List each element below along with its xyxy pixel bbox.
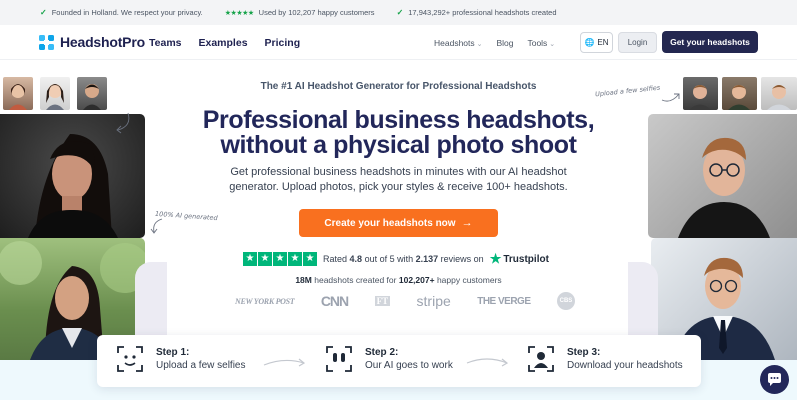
chat-icon bbox=[768, 372, 781, 386]
star-icon: ★ bbox=[258, 252, 272, 266]
hero-eyebrow: The #1 AI Headshot Generator for Profess… bbox=[260, 81, 537, 92]
nav-link-teams[interactable]: Teams bbox=[149, 37, 182, 49]
cbs-logo: CBS bbox=[556, 292, 575, 310]
nypost-logo: NEW YORK POST bbox=[235, 296, 295, 306]
get-headshots-button[interactable]: Get your headshots bbox=[662, 31, 758, 53]
top-info-bar: ✓ Founded in Holland. We respect your pr… bbox=[0, 0, 797, 25]
primary-links: Teams Examples Pricing bbox=[149, 37, 300, 49]
ai-generated-note: 100% AI generated bbox=[154, 209, 218, 223]
nav-dropdown-tools[interactable]: Tools bbox=[527, 38, 555, 48]
trustpilot-star-icon: ★ bbox=[489, 251, 502, 266]
star-icon: ★ bbox=[288, 252, 302, 266]
step-3: Step 3: Download your headshots bbox=[527, 345, 683, 373]
brand-logo[interactable]: HeadshotPro bbox=[39, 34, 145, 50]
ai-face-icon bbox=[325, 345, 353, 373]
secondary-links: Headshots Blog Tools bbox=[434, 38, 555, 48]
steps-panel: Step 1: Upload a few selfies Step 2: Our… bbox=[97, 335, 701, 387]
cnn-logo: CNN bbox=[320, 293, 349, 309]
nav-link-pricing[interactable]: Pricing bbox=[265, 37, 301, 49]
brand-name: HeadshotPro bbox=[60, 34, 145, 50]
nav-link-examples[interactable]: Examples bbox=[199, 37, 248, 49]
hero-title: Professional business headshots, without… bbox=[202, 106, 595, 159]
customers-note: ★★★★★ Used by 102,207 happy customers bbox=[224, 8, 375, 17]
curved-arrow-icon bbox=[150, 218, 163, 234]
login-button[interactable]: Login bbox=[618, 32, 657, 53]
stars-icon: ★★★★★ bbox=[224, 9, 254, 17]
step-arrow-icon bbox=[263, 358, 306, 367]
nav-link-blog[interactable]: Blog bbox=[496, 38, 513, 48]
star-icon: ★ bbox=[273, 252, 287, 266]
logo-icon bbox=[39, 34, 54, 50]
privacy-note: ✓ Founded in Holland. We respect your pr… bbox=[40, 8, 203, 17]
globe-icon: 🌐 bbox=[584, 38, 595, 47]
check-icon: ✓ bbox=[40, 8, 47, 17]
ft-logo: FT bbox=[374, 296, 391, 306]
step-1: Step 1: Upload a few selfies bbox=[116, 345, 246, 373]
the-verge-logo: THE VERGE bbox=[477, 295, 531, 307]
rating-text: Rated 4.8 out of 5 with 2.137 reviews on bbox=[323, 254, 484, 264]
create-headshots-button[interactable]: Create your headshots now → bbox=[299, 209, 498, 237]
headshots-count-note: ✓ 17,943,292+ professional headshots cre… bbox=[396, 8, 557, 17]
nav-dropdown-headshots[interactable]: Headshots bbox=[434, 38, 482, 48]
selfie-scan-icon bbox=[116, 345, 144, 373]
hero-subtitle: Get professional business headshots in m… bbox=[229, 166, 568, 193]
press-logos: NEW YORK POST CNN FT stripe THE VERGE CB… bbox=[235, 291, 575, 311]
trustpilot-logo[interactable]: ★ Trustpilot bbox=[490, 251, 549, 267]
headshots-created-stat: 18M headshots created for 102,207+ happy… bbox=[295, 275, 502, 285]
arrow-right-icon: → bbox=[461, 217, 473, 229]
language-selector[interactable]: 🌐 EN bbox=[580, 32, 613, 53]
star-icon: ★ bbox=[303, 252, 317, 266]
step-arrow-icon bbox=[466, 358, 509, 367]
step-2: Step 2: Our AI goes to work bbox=[325, 345, 453, 373]
curved-arrow-icon bbox=[661, 93, 680, 102]
main-navigation: HeadshotPro Teams Examples Pricing Heads… bbox=[0, 25, 797, 60]
star-icon: ★ bbox=[243, 252, 257, 266]
chat-button[interactable] bbox=[760, 365, 789, 394]
stripe-logo: stripe bbox=[416, 293, 451, 309]
trustpilot-rating: ★ ★ ★ ★ ★ Rated 4.8 out of 5 with 2.137 … bbox=[243, 251, 549, 267]
rating-stars: ★ ★ ★ ★ ★ bbox=[243, 252, 317, 266]
check-icon: ✓ bbox=[396, 8, 404, 17]
headshot-icon bbox=[527, 345, 555, 373]
